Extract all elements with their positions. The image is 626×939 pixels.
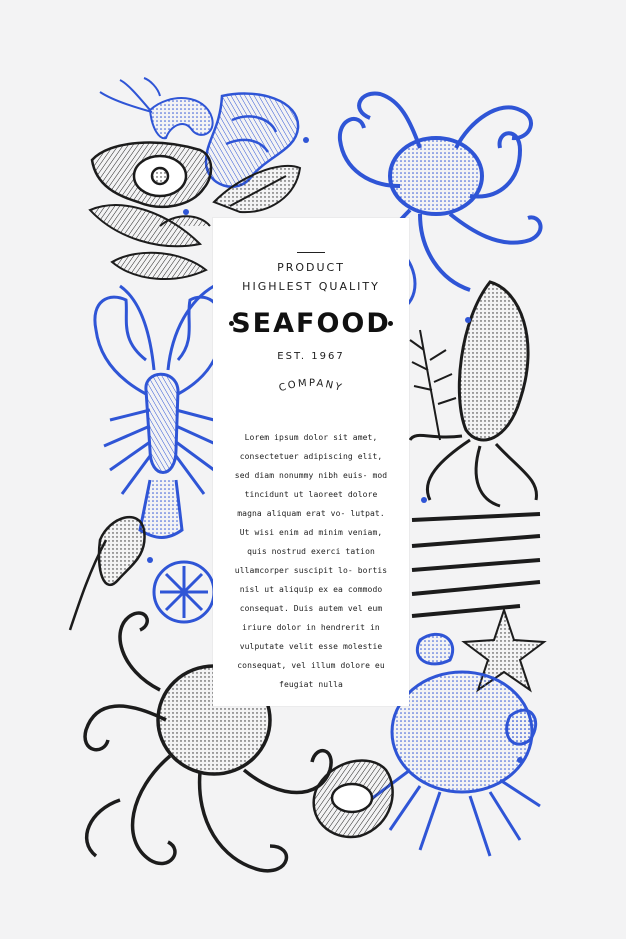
- shrimp-icon: [99, 77, 214, 140]
- company-arc: COMPANY: [278, 378, 345, 394]
- fish-steak-icon: [90, 141, 213, 209]
- oyster-icon: [312, 759, 394, 839]
- lobster-icon: [93, 284, 224, 539]
- description-text: Lorem ipsum dolor sit amet, consectetuer…: [234, 433, 388, 689]
- quality-label: HIGHLEST QUALITY: [242, 280, 380, 293]
- svg-text:COMPANY: COMPANY: [278, 378, 345, 394]
- lemon-slice-icon: [152, 560, 216, 624]
- dill-icon: [409, 329, 457, 441]
- title-dot-right: [388, 321, 393, 326]
- product-label: PRODUCT: [277, 261, 345, 274]
- squid-icon: [408, 280, 538, 508]
- asparagus-icon: [411, 512, 541, 618]
- title-dot-left: [229, 321, 234, 326]
- herb-leaves-icon: [88, 204, 211, 280]
- label-card: PRODUCT HIGHLEST QUALITY SEAFOOD EST. 19…: [213, 218, 409, 706]
- page-title: SEAFOOD: [231, 308, 391, 339]
- company-label: COMPANY: [278, 378, 343, 394]
- established-label: EST. 1967: [277, 351, 345, 362]
- top-rule: [297, 252, 325, 253]
- title-row: SEAFOOD: [213, 304, 409, 344]
